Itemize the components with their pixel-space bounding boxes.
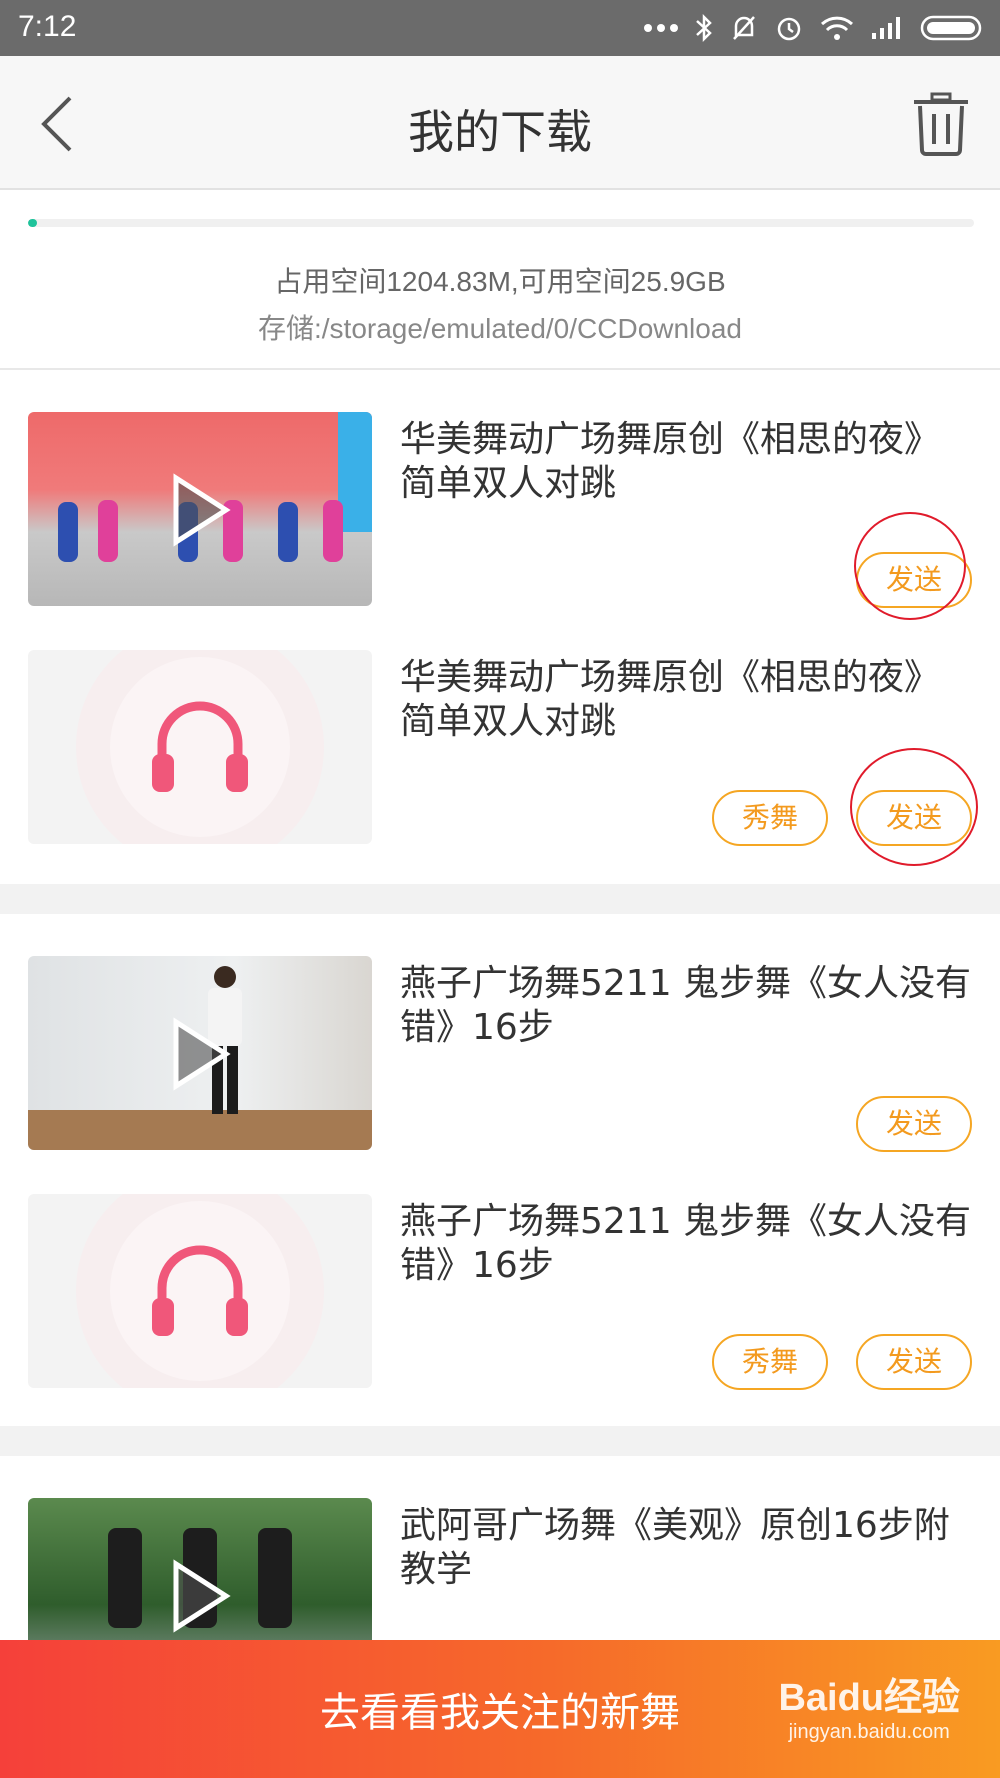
download-group: 武阿哥广场舞《美观》原创16步附教学 (0, 1456, 1000, 1640)
signal-icon (870, 15, 904, 41)
headphones-icon (152, 1245, 248, 1336)
download-item[interactable]: 燕子广场舞5211 鬼步舞《女人没有错》16步 秀舞 发送 (0, 1194, 1000, 1390)
send-button[interactable]: 发送 (856, 1096, 972, 1152)
headphones-icon (152, 701, 248, 792)
audio-thumbnail[interactable] (28, 650, 372, 844)
status-icons (644, 10, 986, 46)
mute-bell-icon (730, 13, 758, 43)
storage-path: 存储:/storage/emulated/0/CCDownload (257, 313, 742, 344)
item-title: 燕子广场舞5211 鬼步舞《女人没有错》16步 (400, 1201, 972, 1286)
status-bar: 7:12 (0, 0, 1000, 56)
send-button[interactable]: 发送 (856, 552, 972, 608)
status-time: 7:12 (18, 10, 77, 43)
play-icon (173, 1017, 231, 1091)
item-title: 华美舞动广场舞原创《相思的夜》简单双人对跳 (400, 657, 941, 742)
download-item[interactable]: 华美舞动广场舞原创《相思的夜》简单双人对跳 秀舞 发送 (0, 650, 1000, 866)
delete-button[interactable] (912, 92, 970, 156)
storage-progress-fill (28, 219, 38, 227)
storage-progress-bar (28, 219, 974, 227)
download-group: 燕子广场舞5211 鬼步舞《女人没有错》16步 发送 燕子广场舞5211 鬼步舞… (0, 914, 1000, 1426)
bluetooth-icon (694, 13, 714, 43)
item-title: 华美舞动广场舞原创《相思的夜》简单双人对跳 (400, 419, 941, 504)
video-thumbnail[interactable] (28, 956, 372, 1150)
battery-icon (920, 14, 986, 42)
download-item[interactable]: 武阿哥广场舞《美观》原创16步附教学 (0, 1498, 1000, 1640)
item-title: 燕子广场舞5211 鬼步舞《女人没有错》16步 (400, 963, 972, 1048)
video-thumbnail[interactable] (28, 1498, 372, 1640)
download-item[interactable]: 华美舞动广场舞原创《相思的夜》简单双人对跳 发送 (0, 412, 1000, 620)
play-icon (173, 1559, 231, 1633)
more-dots-icon (644, 23, 678, 33)
storage-info: 占用空间1204.83M,可用空间25.9GB 存储:/storage/emul… (0, 190, 1000, 370)
storage-summary: 占用空间1204.83M,可用空间25.9GB (274, 266, 726, 297)
show-dance-button[interactable]: 秀舞 (712, 790, 828, 846)
item-title: 武阿哥广场舞《美观》原创16步附教学 (400, 1505, 950, 1590)
send-button[interactable]: 发送 (856, 790, 972, 846)
wifi-icon (820, 14, 854, 42)
download-item[interactable]: 燕子广场舞5211 鬼步舞《女人没有错》16步 发送 (0, 956, 1000, 1152)
baidu-watermark: Baidu经验 jingyan.baidu.com (778, 1666, 960, 1744)
show-dance-button[interactable]: 秀舞 (712, 1334, 828, 1390)
download-group: 华美舞动广场舞原创《相思的夜》简单双人对跳 发送 华美舞动广场舞原创《相思的夜》… (0, 372, 1000, 884)
page-title: 我的下载 (408, 105, 592, 159)
trash-icon (914, 92, 968, 156)
alarm-icon (774, 13, 804, 43)
video-thumbnail[interactable] (28, 412, 372, 606)
watermark-brand: Baidu经验 (778, 1677, 960, 1719)
followed-dances-button[interactable]: 去看看我关注的新舞 Baidu经验 jingyan.baidu.com (0, 1640, 1000, 1778)
top-bar: 我的下载 (0, 56, 1000, 190)
send-button[interactable]: 发送 (856, 1334, 972, 1390)
group-divider (0, 884, 1000, 914)
play-icon (173, 473, 231, 547)
screen: 7:12 我的下载 占用空间1204.83M,可用空间25.9GB 存储:/st… (0, 0, 1000, 1778)
audio-thumbnail[interactable] (28, 1194, 372, 1388)
group-divider (0, 1426, 1000, 1456)
watermark-url: jingyan.baidu.com (788, 1721, 950, 1743)
